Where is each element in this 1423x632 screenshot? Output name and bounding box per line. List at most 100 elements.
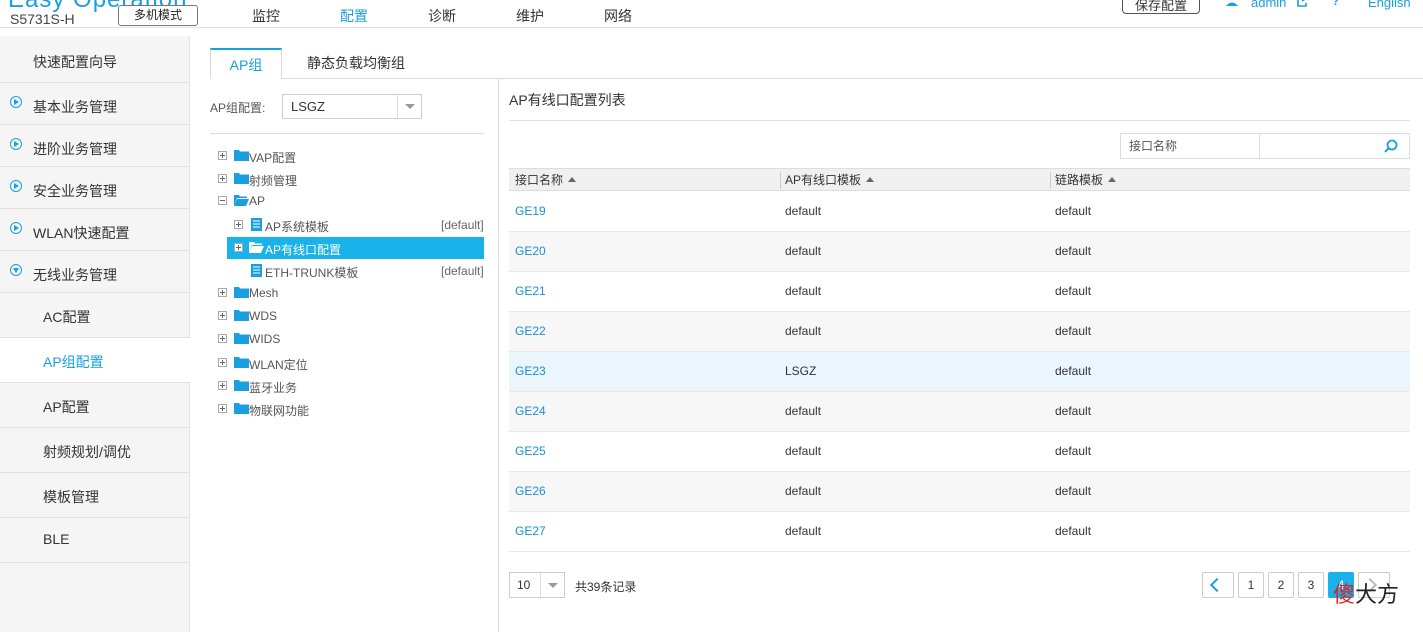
table-cell: default: [785, 404, 822, 418]
sidebar-item-basic-service[interactable]: 基本业务管理: [0, 83, 190, 125]
table-row[interactable]: GE26 default default: [509, 472, 1410, 512]
expand-icon[interactable]: [218, 404, 227, 413]
tree-node-iot[interactable]: 物联网功能: [218, 399, 484, 419]
expand-icon[interactable]: [234, 220, 243, 229]
expand-icon[interactable]: [218, 334, 227, 343]
sidebar-subitem-template-management[interactable]: 模板管理: [0, 473, 190, 518]
search-icon[interactable]: [1384, 139, 1398, 153]
document-icon: [251, 218, 262, 231]
ap-group-selected-value: LSGZ: [291, 99, 325, 114]
expand-icon[interactable]: [234, 243, 243, 252]
table-row[interactable]: GE25 default default: [509, 432, 1410, 472]
nav-diagnose[interactable]: 诊断: [428, 6, 456, 26]
table-row[interactable]: GE22 default default: [509, 312, 1410, 352]
nav-config[interactable]: 配置: [340, 6, 368, 26]
tree-node-label: WLAN定位: [249, 358, 308, 372]
multi-device-mode-button[interactable]: 多机模式: [118, 5, 198, 26]
folder-icon: [234, 173, 249, 184]
tree-node-ap-system-template[interactable]: AP系统模板 [default]: [233, 215, 484, 235]
sidebar-subitem-ac-config[interactable]: AC配置: [0, 293, 190, 338]
sidebar-item-security-service[interactable]: 安全业务管理: [0, 167, 190, 209]
tree-node-wlan-location[interactable]: WLAN定位: [218, 353, 484, 373]
interface-link[interactable]: GE22: [515, 324, 546, 338]
sidebar-subitem-radio-planning[interactable]: 射频规划/调优: [0, 428, 190, 473]
sidebar-subitem-ap-config[interactable]: AP配置: [0, 383, 190, 428]
column-separator[interactable]: [1050, 172, 1051, 189]
tree-node-wds[interactable]: WDS: [218, 306, 484, 326]
expand-icon[interactable]: [218, 151, 227, 160]
expand-circle-icon: [10, 96, 22, 108]
expand-icon[interactable]: [218, 288, 227, 297]
table-row[interactable]: GE27 default default: [509, 512, 1410, 552]
nav-monitor[interactable]: 监控: [252, 6, 280, 26]
tab-static-load-balance-group[interactable]: 静态负载均衡组: [294, 48, 418, 79]
interface-link[interactable]: GE24: [515, 404, 546, 418]
folder-icon: [234, 380, 249, 391]
folder-icon: [234, 150, 249, 161]
sidebar-item-advanced-service[interactable]: 进阶业务管理: [0, 125, 190, 167]
page-button-1[interactable]: 1: [1238, 572, 1264, 598]
tree-node-eth-trunk-template[interactable]: ETH-TRUNK模板 [default]: [233, 261, 484, 281]
table-row[interactable]: GE20 default default: [509, 232, 1410, 272]
column-header-label: 链路模板: [1055, 173, 1104, 187]
interface-link[interactable]: GE21: [515, 284, 546, 298]
column-header-wired-port-template[interactable]: AP有线口模板: [785, 169, 875, 191]
expand-icon[interactable]: [218, 381, 227, 390]
sidebar-subitem-ble[interactable]: BLE: [0, 518, 190, 563]
logout-icon[interactable]: [1296, 0, 1312, 8]
expand-icon[interactable]: [218, 358, 227, 367]
tree-node-wids[interactable]: WIDS: [218, 329, 484, 349]
page-button-3[interactable]: 3: [1298, 572, 1324, 598]
sidebar-item-wireless-service[interactable]: 无线业务管理: [0, 251, 190, 293]
tree-node-mesh[interactable]: Mesh: [218, 283, 484, 303]
save-config-button[interactable]: 保存配置: [1122, 0, 1200, 14]
interface-link[interactable]: GE27: [515, 524, 546, 538]
device-model: S5731S-H: [10, 11, 75, 27]
prev-page-button[interactable]: [1202, 572, 1234, 598]
interface-link[interactable]: GE20: [515, 244, 546, 258]
interface-link[interactable]: GE19: [515, 204, 546, 218]
page-size-select[interactable]: 10: [509, 572, 565, 598]
tree-node-label: VAP配置: [249, 151, 297, 165]
table-row[interactable]: GE21 default default: [509, 272, 1410, 312]
expand-icon[interactable]: [218, 174, 227, 183]
folder-open-icon: [249, 242, 264, 253]
expand-icon[interactable]: [218, 311, 227, 320]
sidebar-subitem-label: AC配置: [43, 309, 91, 325]
tree-node-label: WDS: [249, 309, 277, 323]
column-separator[interactable]: [780, 172, 781, 189]
column-header-link-template[interactable]: 链路模板: [1055, 169, 1117, 191]
collapse-icon[interactable]: [218, 196, 227, 205]
tree-node-bluetooth[interactable]: 蓝牙业务: [218, 376, 484, 396]
tree-node-radio[interactable]: 射频管理: [218, 169, 484, 189]
sidebar-item-label: 安全业务管理: [33, 183, 117, 199]
sidebar-item-wlan-quick-config[interactable]: WLAN快速配置: [0, 209, 190, 251]
tree-node-vap[interactable]: VAP配置: [218, 146, 484, 166]
tree-node-ap[interactable]: AP: [218, 191, 484, 211]
sidebar-item-quick-wizard[interactable]: 快速配置向导: [0, 36, 190, 83]
tree-node-ap-wired-port[interactable]: AP有线口配置: [227, 237, 484, 259]
watermark-text: 大方: [1355, 583, 1400, 608]
table-row[interactable]: GE19 default default: [509, 192, 1410, 232]
table-row[interactable]: GE24 default default: [509, 392, 1410, 432]
page-button-2[interactable]: 2: [1268, 572, 1294, 598]
column-header-interface[interactable]: 接口名称: [515, 169, 577, 191]
interface-link[interactable]: GE25: [515, 444, 546, 458]
interface-link[interactable]: GE23: [515, 364, 546, 378]
folder-icon: [234, 403, 249, 414]
sidebar-subitem-label: AP配置: [43, 399, 90, 415]
folder-icon: [234, 357, 249, 368]
table-header: 接口名称 AP有线口模板 链路模板: [509, 168, 1410, 191]
ap-group-select[interactable]: LSGZ: [282, 94, 422, 119]
table-row[interactable]: GE23 LSGZ default: [509, 352, 1410, 392]
tab-ap-group[interactable]: AP组: [210, 48, 282, 79]
user-name[interactable]: admin: [1251, 0, 1286, 10]
help-icon[interactable]: ?: [1332, 0, 1339, 8]
nav-network[interactable]: 网络: [604, 6, 632, 26]
sort-asc-icon: [1108, 177, 1117, 182]
table-cell: default: [1055, 404, 1092, 418]
sidebar-subitem-ap-group-config[interactable]: AP组配置: [0, 338, 190, 383]
nav-maintain[interactable]: 维护: [516, 6, 544, 26]
language-switch[interactable]: English: [1368, 0, 1411, 10]
interface-link[interactable]: GE26: [515, 484, 546, 498]
